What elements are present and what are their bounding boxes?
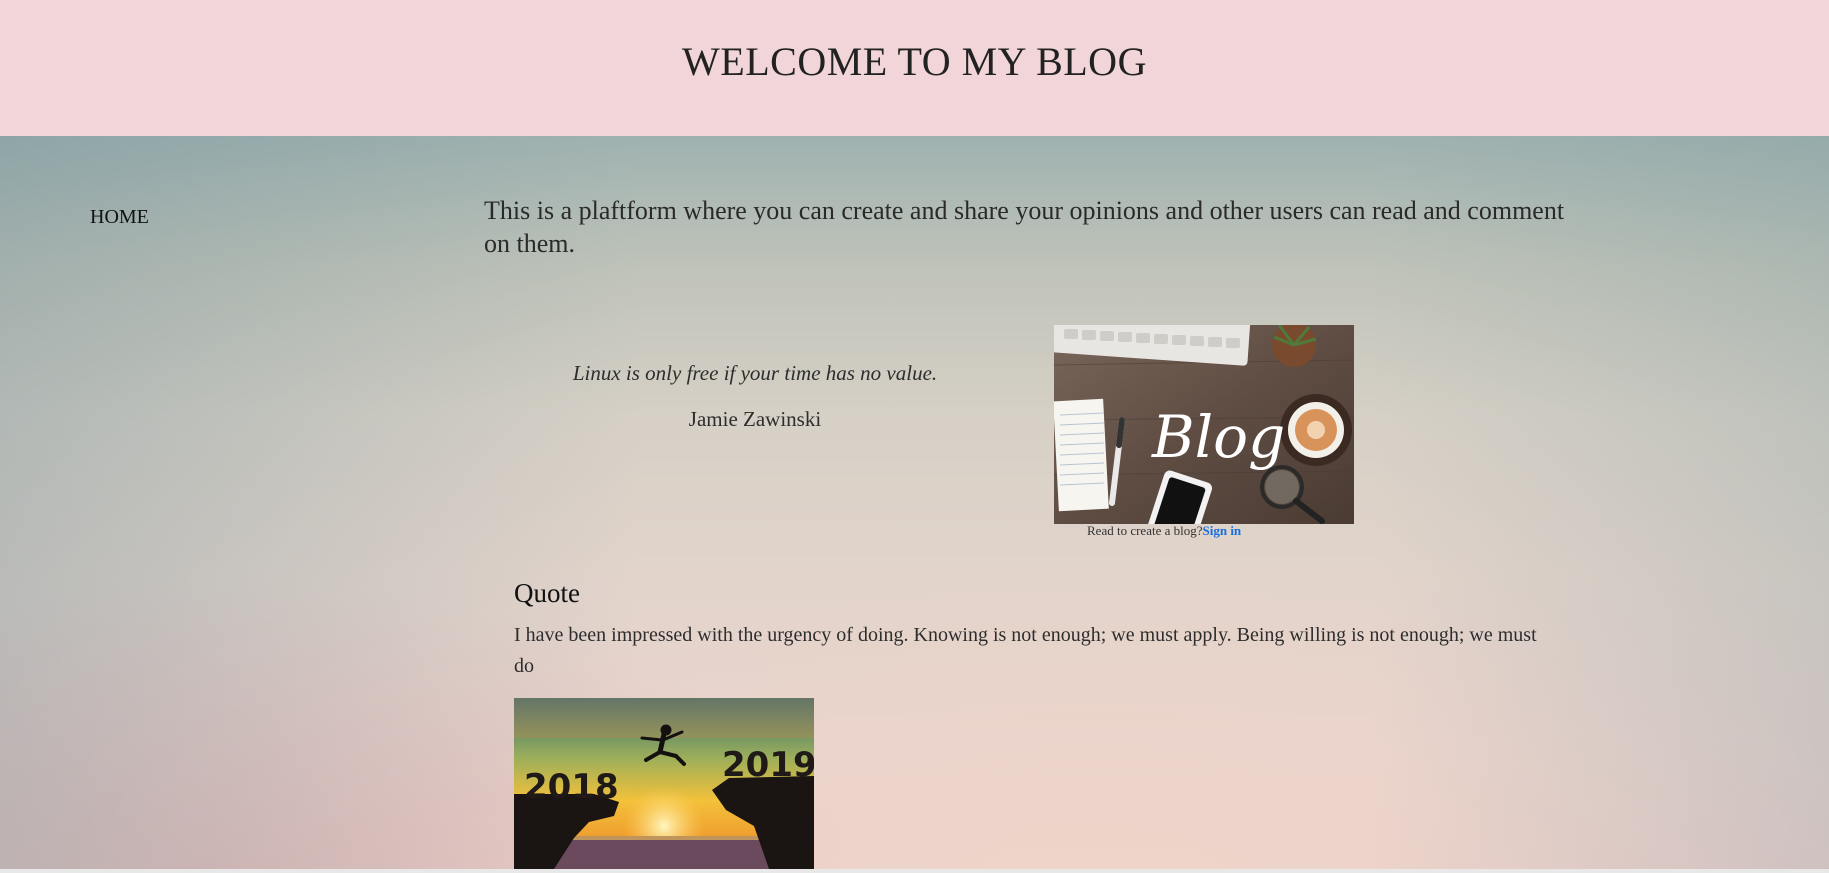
featured-quote: Linux is only free if your time has no v…	[520, 361, 990, 432]
blog-desk-photo: Blog	[1054, 325, 1354, 524]
signin-prompt: Read to create a blog?Sign in	[1087, 523, 1241, 539]
intro-text: This is a plaftform where you can create…	[484, 196, 1565, 258]
page-bottom-divider	[0, 869, 1829, 873]
site-header: WELCOME TO MY BLOG	[0, 0, 1829, 136]
signin-link[interactable]: Sign in	[1203, 523, 1242, 538]
quote-section-text: I have been impressed with the urgency o…	[514, 624, 1537, 677]
new-year-jump-image: 2018 2019	[514, 698, 814, 869]
sunset-jump-illustration: 2018 2019	[514, 698, 814, 869]
blog-image: Blog	[1054, 325, 1354, 524]
featured-quote-text: Linux is only free if your time has no v…	[572, 361, 938, 385]
nav-home-link[interactable]: HOME	[90, 206, 149, 229]
featured-quote-author: Jamie Zawinski	[688, 407, 822, 431]
blog-image-label: Blog	[1151, 403, 1285, 471]
year-left: 2018	[524, 767, 619, 807]
quote-section-title: Quote	[514, 578, 580, 608]
year-right: 2019	[722, 745, 814, 785]
page-title: WELCOME TO MY BLOG	[682, 39, 1147, 84]
signin-prompt-text: Read to create a blog?	[1087, 523, 1203, 538]
